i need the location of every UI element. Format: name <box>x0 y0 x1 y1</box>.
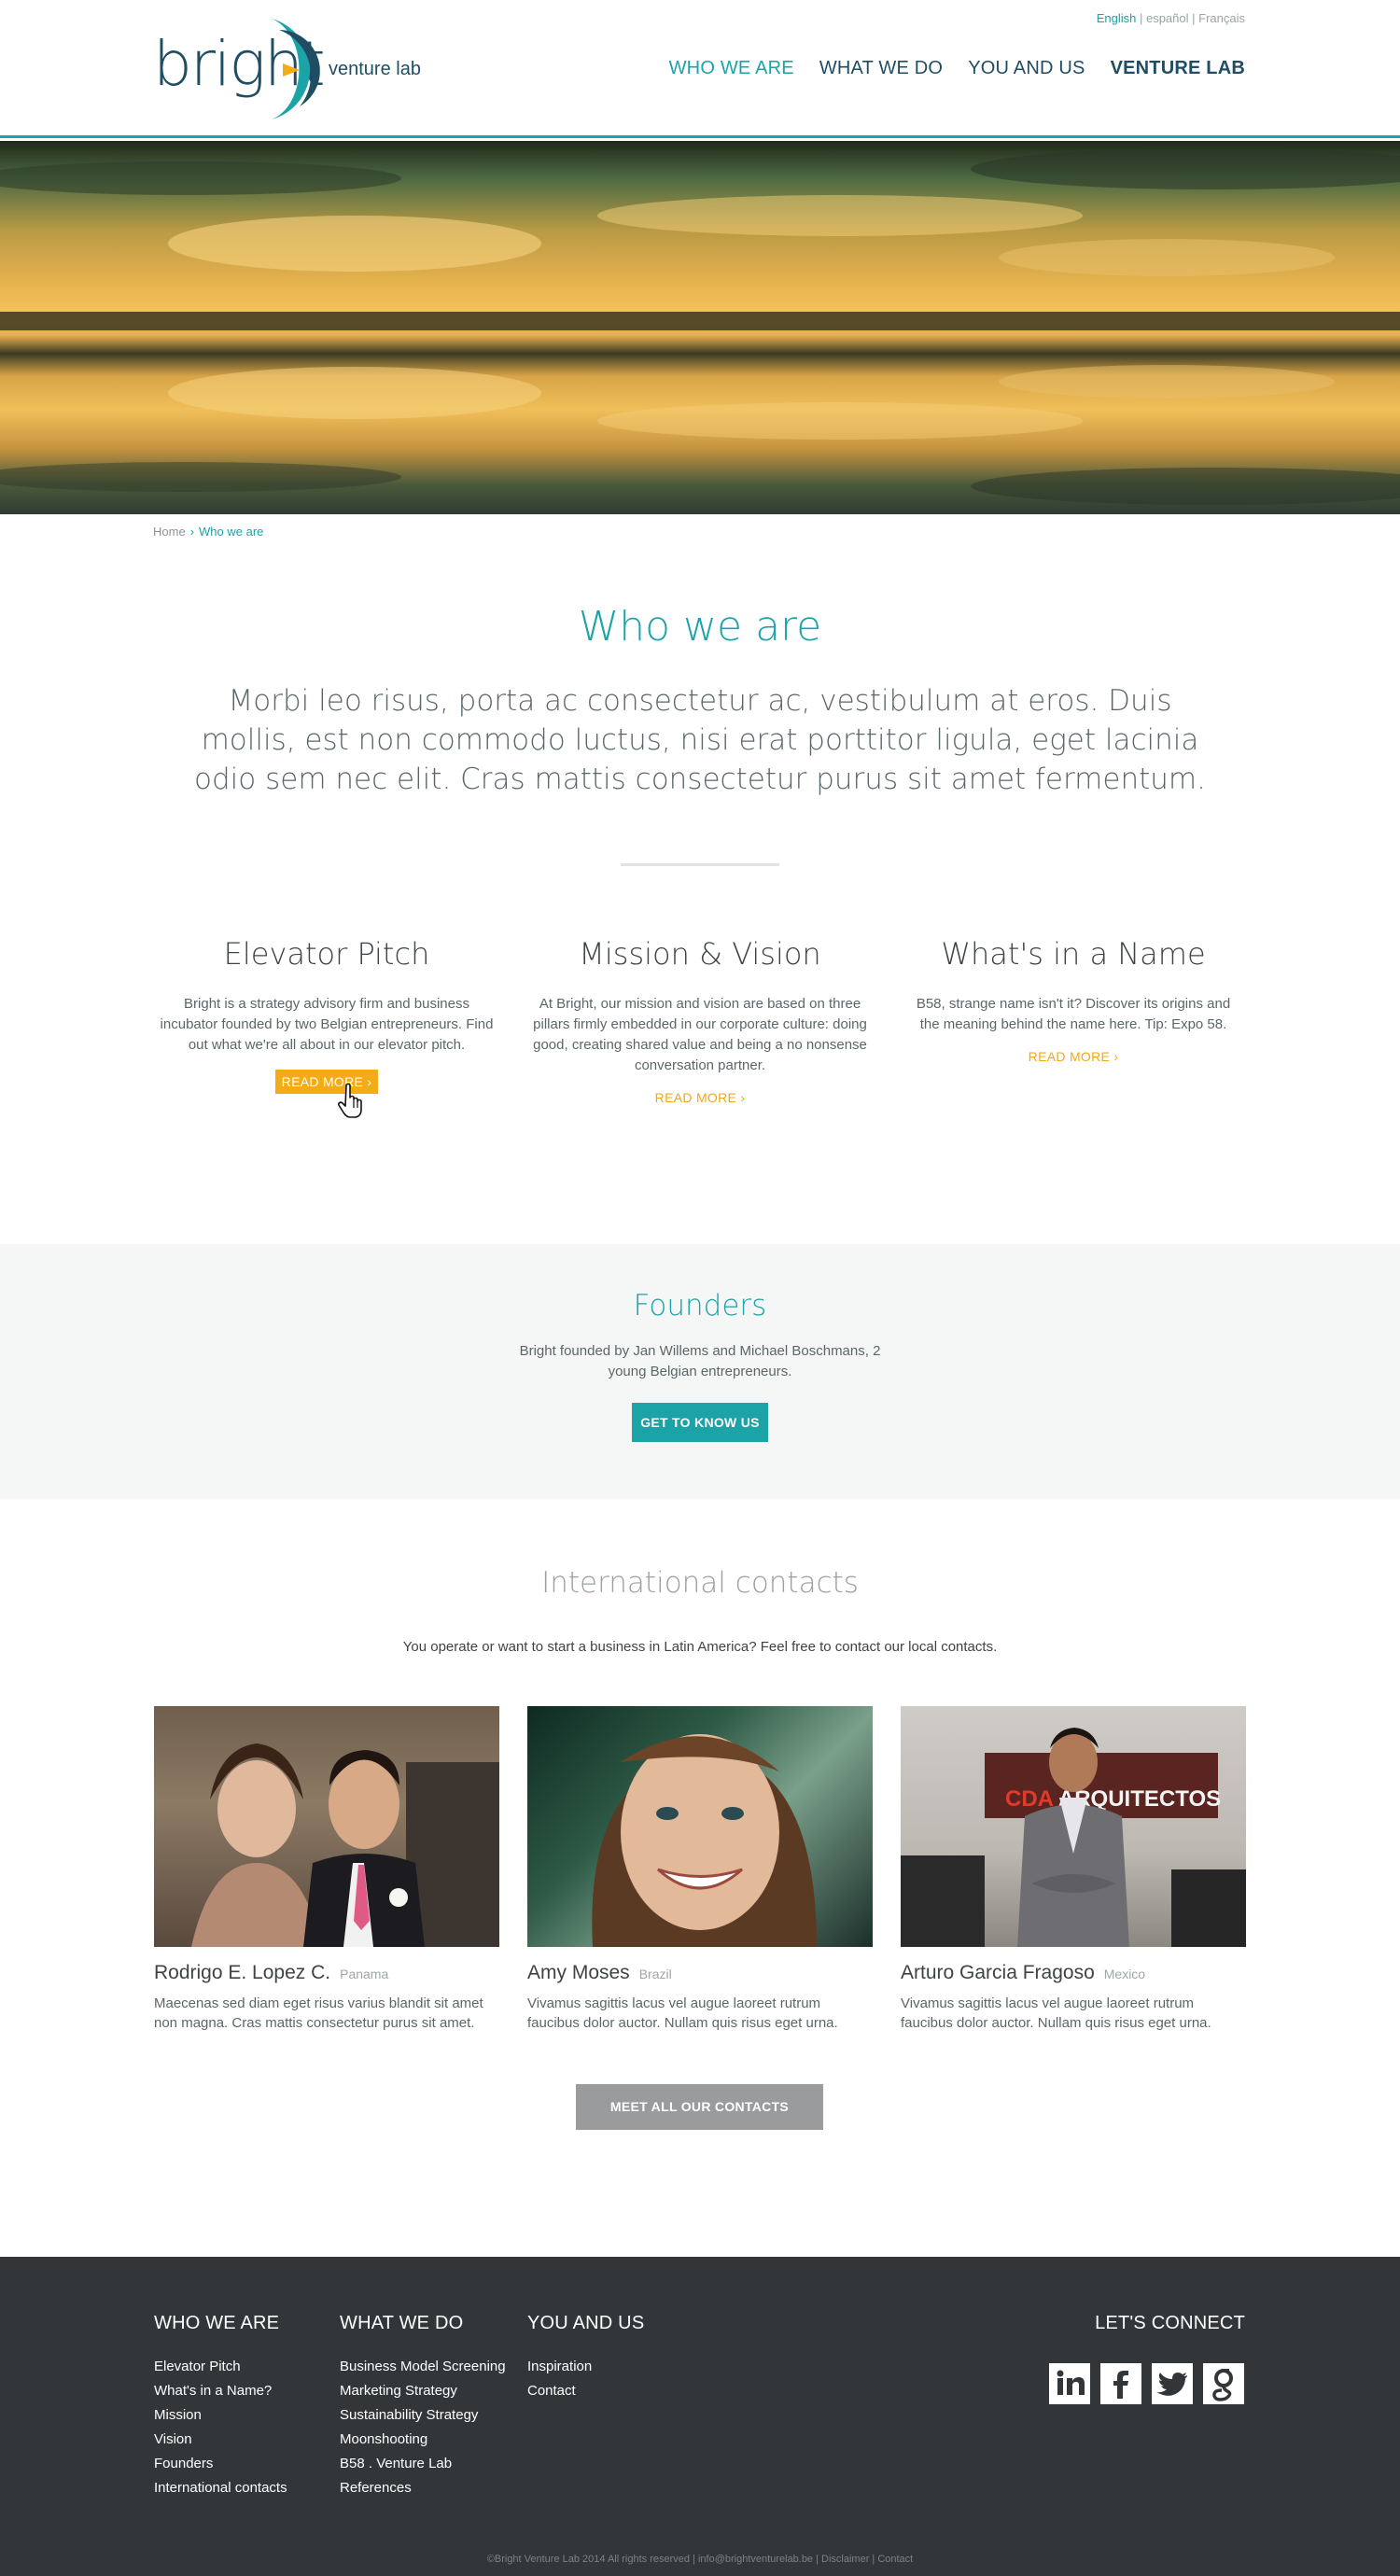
section-divider <box>621 863 779 866</box>
lang-francais[interactable]: Français <box>1198 11 1245 25</box>
contact-text: Maecenas sed diam eget risus varius blan… <box>154 1995 483 2031</box>
contact-photo[interactable]: CDA ARQUITECTOS <box>901 1706 1246 1947</box>
international-contacts-title: International contacts <box>541 1566 859 1600</box>
contact-text: Vivamus sagittis lacus vel augue laoreet… <box>901 1995 1211 2031</box>
feature-title: Mission & Vision <box>579 936 821 972</box>
footer-link[interactable]: References <box>340 2476 506 2500</box>
contact-card: Amy Moses Brazil Vivamus sagittis lacus v… <box>527 1706 873 2033</box>
feature-title: What's in a Name <box>941 936 1206 972</box>
nav-venture-lab[interactable]: VENTURE LAB <box>1111 58 1245 79</box>
hand-cursor-icon <box>338 1083 362 1118</box>
lang-english[interactable]: English <box>1097 11 1137 25</box>
twitter-icon[interactable] <box>1152 2363 1193 2404</box>
footer-column-title: WHAT WE DO <box>340 2313 464 2333</box>
site-header: bright venture lab English | español | F… <box>0 0 1400 138</box>
logo-subtitle: venture lab <box>329 59 421 79</box>
logo[interactable]: bright venture lab <box>153 17 424 121</box>
footer-column-who-we-are: WHO WE ARE Elevator Pitch What's in a Na… <box>154 2313 287 2500</box>
lang-espanol[interactable]: español <box>1146 11 1189 25</box>
contact-photo[interactable] <box>154 1706 499 1947</box>
facebook-icon[interactable] <box>1100 2363 1141 2404</box>
copyright-text: ©Bright Venture Lab 2014 All rights rese… <box>486 2554 914 2565</box>
office-sign-text: CDA ARQUITECTOS <box>1005 1786 1221 1812</box>
founders-title: Founders <box>633 1289 767 1323</box>
meet-all-contacts-button[interactable]: MEET ALL OUR CONTACTS <box>576 2084 823 2130</box>
breadcrumb-separator: › <box>189 525 195 539</box>
read-more-link[interactable]: READ MORE › <box>655 1090 746 1105</box>
footer-column-you-and-us: YOU AND US Inspiration Contact <box>527 2313 644 2403</box>
feature-text: Bright is a strategy advisory firm and b… <box>160 996 494 1053</box>
footer-connect-title: LET'S CONNECT <box>1095 2313 1245 2333</box>
feature-elevator-pitch: Elevator Pitch Bright is a strategy advi… <box>159 936 495 1094</box>
main-nav: WHO WE ARE WHAT WE DO YOU AND US VENTURE… <box>669 58 1245 79</box>
footer-link[interactable]: Elevator Pitch <box>154 2355 287 2379</box>
footer-link[interactable]: Business Model Screening <box>340 2355 506 2379</box>
footer-link[interactable]: What's in a Name? <box>154 2379 287 2403</box>
contact-card: CDA ARQUITECTOS Arturo Garcia Fragoso Mex… <box>901 1706 1246 2033</box>
nav-what-we-do[interactable]: WHAT WE DO <box>819 58 943 79</box>
footer-link[interactable]: Marketing Strategy <box>340 2379 506 2403</box>
contact-country: Brazil <box>638 1967 672 1981</box>
contact-card: Rodrigo E. Lopez C. Panama Maecenas sed d… <box>154 1706 499 2033</box>
intro-lead-text: Morbi leo risus, porta ac consectetur ac… <box>194 684 1206 796</box>
contact-name: Amy Moses <box>527 1962 630 1983</box>
contact-country: Mexico <box>1103 1967 1146 1981</box>
site-footer: WHO WE ARE Elevator Pitch What's in a Na… <box>0 2257 1400 2576</box>
footer-link[interactable]: Founders <box>154 2452 287 2476</box>
language-switcher: English | español | Français <box>1097 11 1245 25</box>
footer-column-what-we-do: WHAT WE DO Business Model Screening Mark… <box>340 2313 506 2500</box>
contact-photo[interactable] <box>527 1706 873 1947</box>
nav-who-we-are[interactable]: WHO WE ARE <box>669 58 794 79</box>
breadcrumb: Home › Who we are <box>153 525 263 539</box>
footer-link[interactable]: Vision <box>154 2428 287 2452</box>
footer-link[interactable]: International contacts <box>154 2476 287 2500</box>
footer-link[interactable]: Contact <box>527 2379 644 2403</box>
contact-name: Rodrigo E. Lopez C. <box>154 1962 331 1983</box>
feature-title: Elevator Pitch <box>223 936 430 972</box>
footer-connect: LET'S CONNECT <box>1095 2313 1245 2334</box>
linkedin-icon[interactable] <box>1049 2363 1090 2404</box>
footer-link[interactable]: Mission <box>154 2403 287 2428</box>
page-title: Who we are <box>578 603 822 651</box>
nav-you-and-us[interactable]: YOU AND US <box>968 58 1085 79</box>
footer-link[interactable]: B58 . Venture Lab <box>340 2452 506 2476</box>
breadcrumb-home[interactable]: Home <box>153 525 186 539</box>
hero-banner-image <box>0 141 1400 514</box>
footer-link[interactable]: Sustainability Strategy <box>340 2403 506 2428</box>
contact-text: Vivamus sagittis lacus vel augue laoreet… <box>527 1995 838 2031</box>
footer-column-title: YOU AND US <box>527 2313 645 2333</box>
google-icon[interactable] <box>1203 2363 1244 2404</box>
founders-section: Founders Bright founded by Jan Willems a… <box>0 1244 1400 1499</box>
feature-text: At Bright, our mission and vision are ba… <box>533 996 867 1073</box>
footer-column-title: WHO WE ARE <box>154 2313 280 2333</box>
feature-text: B58, strange name isn't it? Discover its… <box>916 996 1231 1032</box>
footer-link[interactable]: Inspiration <box>527 2355 644 2379</box>
read-more-link[interactable]: READ MORE › <box>1029 1049 1119 1064</box>
breadcrumb-current: Who we are <box>199 525 264 539</box>
lang-separator: | <box>1139 11 1146 25</box>
contact-country: Panama <box>340 1967 389 1981</box>
contact-name: Arturo Garcia Fragoso <box>901 1962 1095 1983</box>
get-to-know-us-button[interactable]: GET TO KNOW US <box>632 1403 768 1442</box>
founders-text: Bright founded by Jan Willems and Michae… <box>519 1343 881 1379</box>
international-contacts-text: You operate or want to start a business … <box>402 1639 998 1655</box>
feature-mission-vision: Mission & Vision At Bright, our mission … <box>532 936 868 1107</box>
feature-whats-in-a-name: What's in a Name B58, strange name isn't… <box>905 936 1241 1066</box>
footer-link[interactable]: Moonshooting <box>340 2428 506 2452</box>
